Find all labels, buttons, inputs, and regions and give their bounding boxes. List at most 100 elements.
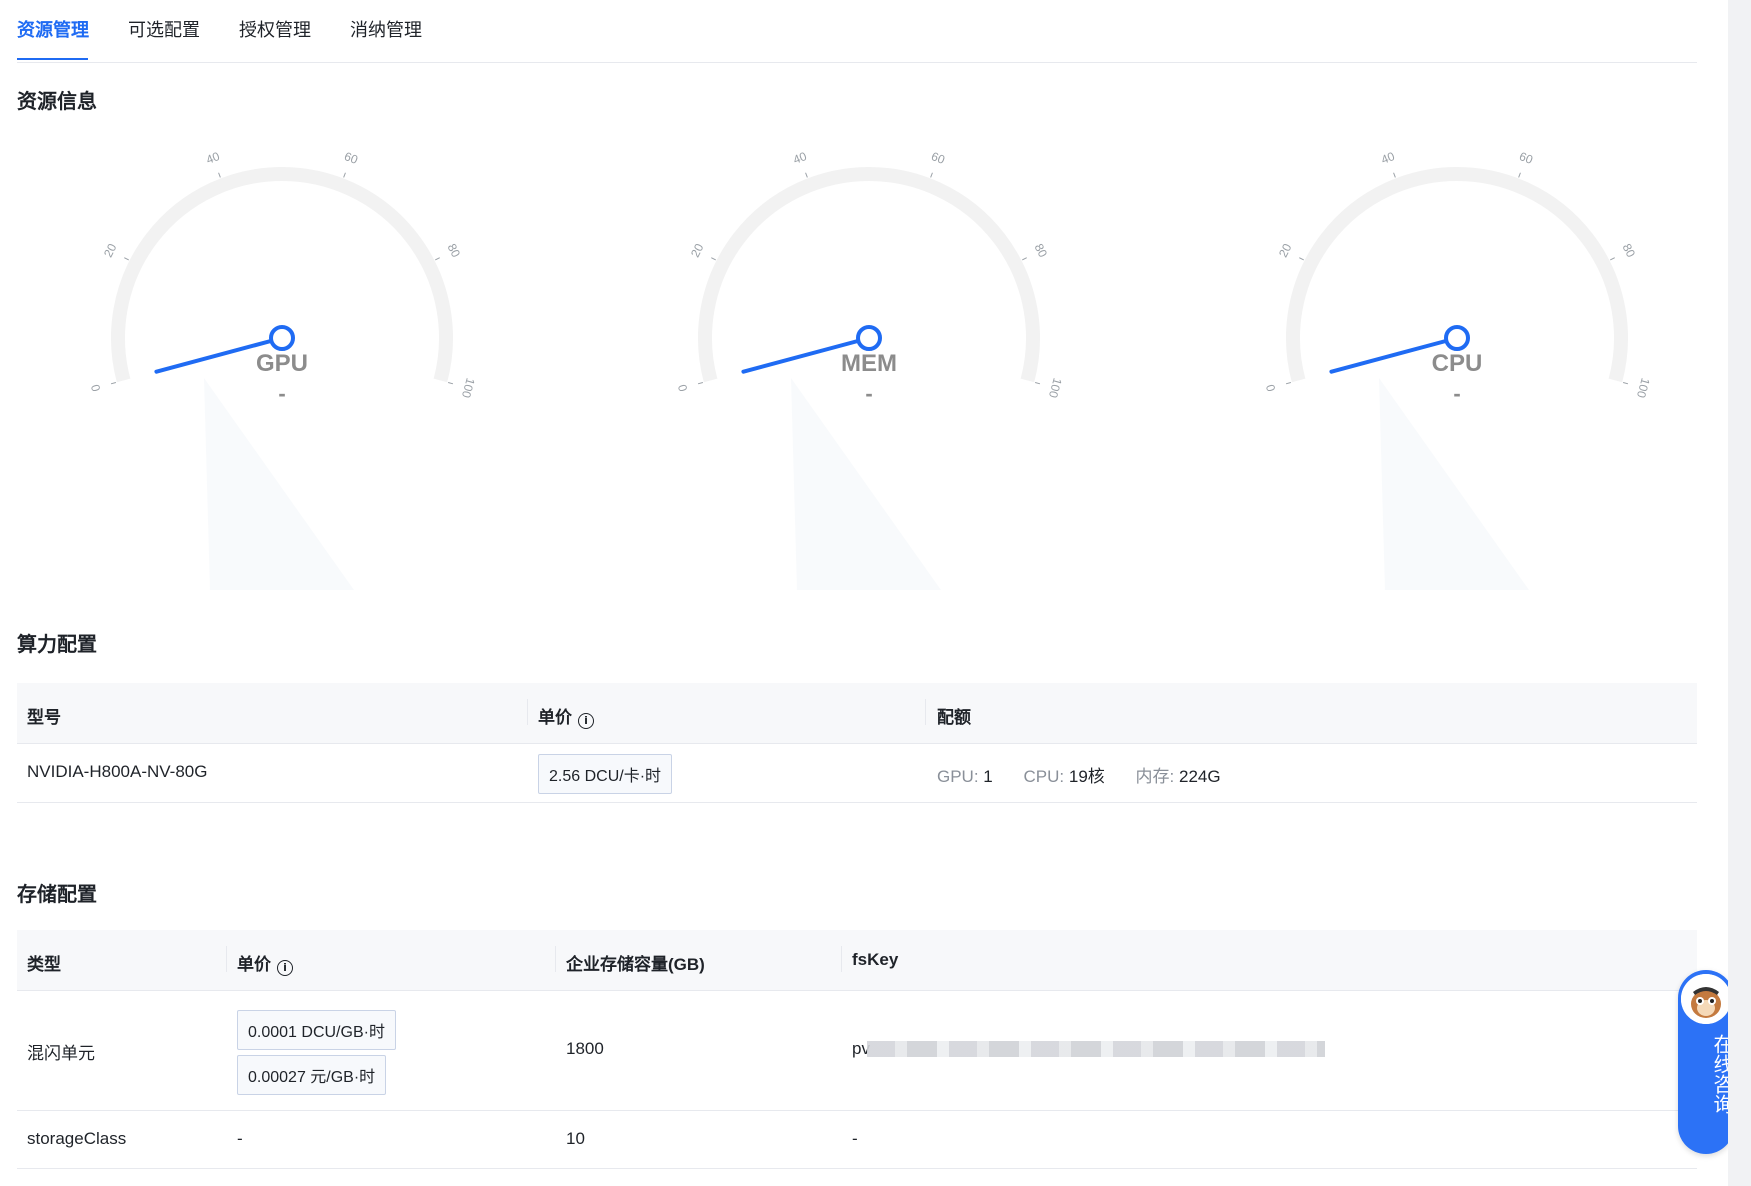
compute-table: 型号 单价 i 配额 NVIDIA-H800A-NV-80G 2.56 DCU/卡… <box>17 683 1697 803</box>
header-model: 型号 <box>27 708 61 727</box>
price-tag: 2.56 DCU/卡·时 <box>538 754 673 794</box>
gauge-shadow <box>204 378 354 590</box>
quota-cell: GPU: 1 CPU: 19核 内存: 224G <box>937 762 1221 787</box>
gauge-tick-label: 100 <box>1046 376 1065 399</box>
table-row: storageClass - 10 - <box>17 1110 1697 1169</box>
storage-table-header: 类型 单价 i 企业存储容量(GB) fsKey <box>17 930 1697 991</box>
header-fskey: fsKey <box>852 950 899 969</box>
quota-gpu-value: 1 <box>983 767 993 786</box>
gauge-svg: 0 20 40 60 80 100 GPU - <box>88 149 478 590</box>
gauge-tick <box>124 257 129 261</box>
compute-config-title: 算力配置 <box>17 634 97 656</box>
table-row: 混闪单元 0.0001 DCU/GB·时 0.00027 元/GB·时 1800… <box>17 990 1697 1111</box>
gauge-tick-label: 20 <box>101 241 120 260</box>
tab-resource-management[interactable]: 资源管理 <box>17 16 89 42</box>
compute-table-header: 型号 单价 i 配额 <box>17 683 1697 744</box>
tab-bar: 资源管理 可选配置 授权管理 消纳管理 <box>17 0 1697 63</box>
gauge-tick-label: 0 <box>88 383 103 393</box>
consult-label: 在线咨询 <box>1710 1034 1732 1114</box>
gauge-tick <box>805 172 808 178</box>
header-price-label: 单价 <box>538 708 572 727</box>
gauge-tick <box>435 257 440 261</box>
price-tag-yuan: 0.00027 元/GB·时 <box>237 1055 387 1095</box>
header-price-label: 单价 <box>237 955 271 974</box>
column-divider <box>555 946 556 972</box>
gauge-tick-label: 80 <box>1032 241 1051 260</box>
gauge-tick <box>448 382 454 385</box>
storage-config-title: 存储配置 <box>17 884 97 906</box>
active-tab-indicator <box>17 58 88 60</box>
gauge-tick <box>343 172 346 178</box>
tab-authorization-management[interactable]: 授权管理 <box>239 16 311 42</box>
quota-mem-value: 224G <box>1178 767 1221 786</box>
vertical-scrollbar[interactable] <box>1728 0 1751 1186</box>
model-cell: NVIDIA-H800A-NV-80G <box>27 762 208 781</box>
gauge-tick-label: 20 <box>688 241 707 260</box>
gauge-tick-label: 40 <box>791 149 809 167</box>
gauge-pivot <box>856 325 882 351</box>
gauge-tick <box>1393 172 1396 178</box>
table-row: NVIDIA-H800A-NV-80G 2.56 DCU/卡·时 GPU: 1 … <box>17 743 1697 803</box>
header-type: 类型 <box>27 955 61 974</box>
gauge-tick-label: 100 <box>459 376 478 399</box>
gauge-shadow <box>791 378 941 590</box>
tab-optional-config[interactable]: 可选配置 <box>128 16 200 42</box>
price-cell: - <box>237 1129 243 1148</box>
gauge-tick-label: 20 <box>1276 241 1295 260</box>
gauge-value: - <box>1453 381 1460 406</box>
gauge-tick-label: 60 <box>342 149 360 167</box>
column-divider <box>527 699 528 725</box>
quota-gpu-key: GPU: <box>937 767 979 786</box>
gauge-label: CPU <box>1432 350 1483 377</box>
gauge-value: - <box>278 381 285 406</box>
quota-cpu-key: CPU: <box>1023 767 1065 786</box>
gauge-tick <box>1022 257 1027 261</box>
gauge-group: 0 20 40 60 80 100 GPU - 0 20 40 60 80 100 MEM - 0 20 40 6… <box>17 120 1717 590</box>
online-consult-button[interactable]: 在线咨询 <box>1678 970 1734 1154</box>
tab-consumption-management[interactable]: 消纳管理 <box>350 16 422 42</box>
price-tag-dcu: 0.0001 DCU/GB·时 <box>237 1010 396 1050</box>
gauge-tick <box>1623 382 1629 385</box>
gauge-tick-label: 80 <box>445 241 464 260</box>
type-cell: 混闪单元 <box>27 1044 95 1063</box>
gauge-tick <box>218 172 221 178</box>
gauge-tick <box>697 382 703 385</box>
gauge-tick-label: 40 <box>1379 149 1397 167</box>
gauge-tick <box>711 257 716 261</box>
column-divider <box>841 946 842 972</box>
gauge-label: GPU <box>256 350 308 377</box>
capacity-cell: 10 <box>566 1129 585 1148</box>
gauge-value: - <box>865 381 872 406</box>
resource-info-title: 资源信息 <box>17 91 97 113</box>
gauge-tick-label: 80 <box>1620 241 1639 260</box>
gauge-tick-label: 60 <box>1517 149 1535 167</box>
capacity-cell: 1800 <box>566 1039 604 1058</box>
mem-gauge: 0 20 40 60 80 100 MEM - <box>639 120 1089 590</box>
gauge-tick <box>1285 382 1291 385</box>
gauge-tick <box>110 382 116 385</box>
gauge-tick <box>1610 257 1615 261</box>
redacted-fskey <box>867 1041 1325 1057</box>
header-quota: 配额 <box>937 708 971 727</box>
gauge-tick-label: 0 <box>675 383 690 393</box>
header-price: 单价 i <box>237 950 293 976</box>
gauge-tick <box>930 172 933 178</box>
fskey-cell: - <box>852 1129 858 1148</box>
info-icon[interactable]: i <box>578 713 594 729</box>
gauge-pivot <box>1444 325 1470 351</box>
gauge-shadow <box>1379 378 1529 590</box>
header-price: 单价 i <box>538 703 594 729</box>
storage-table: 类型 单价 i 企业存储容量(GB) fsKey 混闪单元 0.0001 DCU/… <box>17 930 1697 1170</box>
gauge-tick-label: 60 <box>929 149 947 167</box>
quota-cpu-value: 19核 <box>1068 767 1105 786</box>
mascot-avatar-icon <box>1681 974 1731 1024</box>
info-icon[interactable]: i <box>277 960 293 976</box>
column-divider <box>925 699 926 725</box>
gauge-tick-label: 100 <box>1634 376 1653 399</box>
cpu-gauge: 0 20 40 60 80 100 CPU - <box>1227 120 1677 590</box>
gauge-tick <box>1035 382 1041 385</box>
quota-mem-key: 内存: <box>1135 767 1175 786</box>
gpu-gauge: 0 20 40 60 80 100 GPU - <box>52 120 502 590</box>
gauge-tick <box>1299 257 1304 261</box>
gauge-svg: 0 20 40 60 80 100 CPU - <box>1263 149 1653 590</box>
